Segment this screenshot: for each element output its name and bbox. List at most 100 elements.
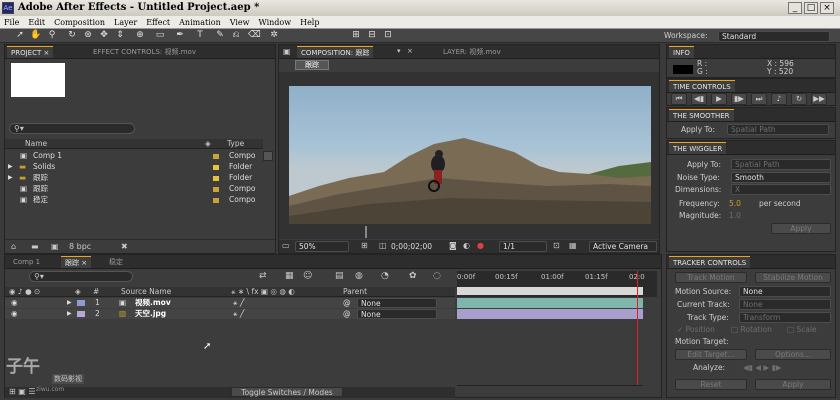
tab-wiggler[interactable]: THE WIGGLER xyxy=(669,142,727,154)
last-frame-button[interactable]: ⏭ xyxy=(751,93,767,105)
resolution-dropdown[interactable]: 1/1 xyxy=(499,241,547,252)
motion-source-dropdown[interactable]: None xyxy=(739,286,831,297)
video-toggle-icon[interactable]: ◉ xyxy=(11,309,18,319)
pan-behind-tool-icon[interactable]: ⊕ xyxy=(134,30,146,41)
project-search-input[interactable]: ⚲▾ xyxy=(9,123,135,134)
analyze-buttons[interactable]: ◀▮ ◀ ▶ ▮▶ xyxy=(743,363,781,373)
track-xy-camera-tool-icon[interactable]: ✥ xyxy=(98,30,110,41)
ram-preview-button[interactable]: ▶▶ xyxy=(811,93,827,105)
zoom-tool-icon[interactable]: ⚲ xyxy=(46,30,58,41)
live-update-icon[interactable]: ◌ xyxy=(433,271,441,281)
view-axis-mode-icon[interactable]: ⊡ xyxy=(382,30,394,41)
composition-menu-icon[interactable]: ▾ xyxy=(397,47,401,55)
options-button[interactable]: Options... xyxy=(755,349,831,360)
clone-stamp-tool-icon[interactable]: ⎌ xyxy=(230,30,242,41)
column-type[interactable]: Type xyxy=(227,139,244,149)
graph-editor-icon[interactable]: ◔ xyxy=(381,271,389,281)
safe-margins-icon[interactable]: ⊞ xyxy=(361,241,368,250)
current-track-dropdown[interactable]: None xyxy=(739,299,831,310)
show-snapshot-icon[interactable]: ◐ xyxy=(463,241,470,250)
puppet-pin-tool-icon[interactable]: ✲ xyxy=(268,30,280,41)
reset-button[interactable]: Reset xyxy=(675,379,747,390)
menu-window[interactable]: Window xyxy=(259,16,292,28)
delete-icon[interactable]: ✖ xyxy=(121,242,128,251)
tab-effect-controls[interactable]: EFFECT CONTROLS: 视频.mov xyxy=(89,46,200,58)
current-time-display[interactable]: 0;00;02;00 xyxy=(391,242,432,251)
selection-tool-icon[interactable]: ➚ xyxy=(14,30,26,41)
project-item[interactable]: ▶ ▬ 跟踪 Folder xyxy=(5,173,263,183)
new-folder-icon[interactable]: ▬ xyxy=(31,242,39,251)
timeline-zoom-slider[interactable] xyxy=(457,385,643,395)
region-of-interest-icon[interactable]: ⊡ xyxy=(553,241,560,250)
interpret-footage-icon[interactable]: ⌂ xyxy=(11,242,16,251)
close-button[interactable]: × xyxy=(820,2,834,14)
next-frame-button[interactable]: ▮▶ xyxy=(731,93,747,105)
draft-3d-icon[interactable]: ▦ xyxy=(285,271,294,281)
menu-effect[interactable]: Effect xyxy=(146,16,170,28)
video-toggle-icon[interactable]: ◉ xyxy=(11,298,18,308)
column-parent[interactable]: Parent xyxy=(343,287,367,297)
rotation-tool-icon[interactable]: ↻ xyxy=(66,30,78,41)
timeline-search-input[interactable]: ⚲▾ xyxy=(29,271,133,282)
scale-checkbox[interactable]: □ Scale xyxy=(787,325,817,335)
magnification-dropdown[interactable]: 50% xyxy=(295,241,349,252)
eraser-tool-icon[interactable]: ⌫ xyxy=(248,30,261,41)
layer-row[interactable]: ◉ ▶ 1 ▣ 视频.mov ⚹ ╱ @ None xyxy=(5,298,455,308)
rectangle-tool-icon[interactable]: ▭ xyxy=(154,30,166,41)
wiggler-apply-to-dropdown[interactable]: Spatial Path xyxy=(731,159,831,170)
edit-target-button[interactable]: Edit Target... xyxy=(675,349,747,360)
menu-file[interactable]: File xyxy=(4,16,19,28)
pick-whip-icon[interactable]: @ xyxy=(343,298,351,308)
menu-edit[interactable]: Edit xyxy=(28,16,45,28)
camera-snapshot-icon[interactable]: ◙ xyxy=(449,241,457,250)
layer-label-color[interactable] xyxy=(77,311,85,317)
dimensions-dropdown[interactable]: X xyxy=(731,184,831,195)
workspace-dropdown[interactable]: Standard xyxy=(718,31,830,42)
track-z-camera-tool-icon[interactable]: ⇕ xyxy=(114,30,126,41)
tab-project[interactable]: PROJECT × xyxy=(7,46,54,58)
type-tool-icon[interactable]: T xyxy=(194,30,206,41)
magnitude-value[interactable]: 1.0 xyxy=(729,211,741,221)
track-type-dropdown[interactable]: Transform xyxy=(739,312,831,323)
menu-animation[interactable]: Animation xyxy=(179,16,221,28)
pen-tool-icon[interactable]: ✒ xyxy=(174,30,186,41)
current-time-indicator[interactable] xyxy=(637,271,638,385)
menu-view[interactable]: View xyxy=(230,16,250,28)
always-preview-icon[interactable]: ▭ xyxy=(282,241,290,250)
project-item[interactable]: ▣ 跟踪 Compo xyxy=(5,184,263,194)
tab-comp-1[interactable]: Comp 1 xyxy=(9,256,44,268)
audio-icon[interactable]: ♪ xyxy=(771,93,787,105)
motion-blur-icon[interactable]: ◍ xyxy=(355,271,363,281)
work-area-bar[interactable] xyxy=(457,287,643,295)
layer-duration-bar[interactable] xyxy=(457,298,643,308)
column-name[interactable]: Name xyxy=(25,139,47,149)
layer-switches[interactable]: ⚹ ╱ xyxy=(233,298,244,308)
expand-triangle-icon[interactable]: ▶ xyxy=(8,173,13,183)
parent-dropdown[interactable]: None xyxy=(357,298,437,308)
track-motion-button[interactable]: Track Motion xyxy=(675,272,747,283)
layer-duration-bar[interactable] xyxy=(457,309,643,319)
frame-blending-icon[interactable]: ▤ xyxy=(335,271,344,281)
maximize-button[interactable]: □ xyxy=(804,2,818,14)
orbit-camera-tool-icon[interactable]: ⊛ xyxy=(82,30,94,41)
hide-shy-layers-icon[interactable]: ☺ xyxy=(303,271,312,281)
tab-stabilize[interactable]: 稳定 xyxy=(105,256,127,268)
after-effects-app-icon[interactable]: Ae xyxy=(2,2,14,14)
tab-info[interactable]: INFO xyxy=(669,46,694,58)
project-item[interactable]: ▶ ▬ Solids Folder xyxy=(5,162,263,172)
time-ruler[interactable]: 0:00f 00:15f 01:00f 01:15f 02:0 xyxy=(457,271,657,297)
hand-tool-icon[interactable]: ✋ xyxy=(30,30,42,41)
play-button[interactable]: ▶ xyxy=(711,93,727,105)
menu-help[interactable]: Help xyxy=(300,16,319,28)
footer-icons[interactable]: ⊞ ▣ ☰ xyxy=(9,387,36,396)
composition-breadcrumb[interactable]: 跟踪 xyxy=(295,60,329,70)
tracker-apply-button[interactable]: Apply xyxy=(755,379,831,390)
expand-triangle-icon[interactable]: ▶ xyxy=(67,309,72,319)
brainstorm-icon[interactable]: ✿ xyxy=(409,271,417,281)
menu-composition[interactable]: Composition xyxy=(54,16,105,28)
snapshot-icon[interactable]: ◫ xyxy=(379,241,387,250)
project-item[interactable]: ▣ Comp 1 Compo xyxy=(5,151,263,161)
tab-time-controls[interactable]: TIME CONTROLS xyxy=(669,80,735,92)
show-channel-icon[interactable]: ● xyxy=(477,241,484,250)
composition-mini-flowchart-icon[interactable]: ⇄ xyxy=(259,271,267,281)
